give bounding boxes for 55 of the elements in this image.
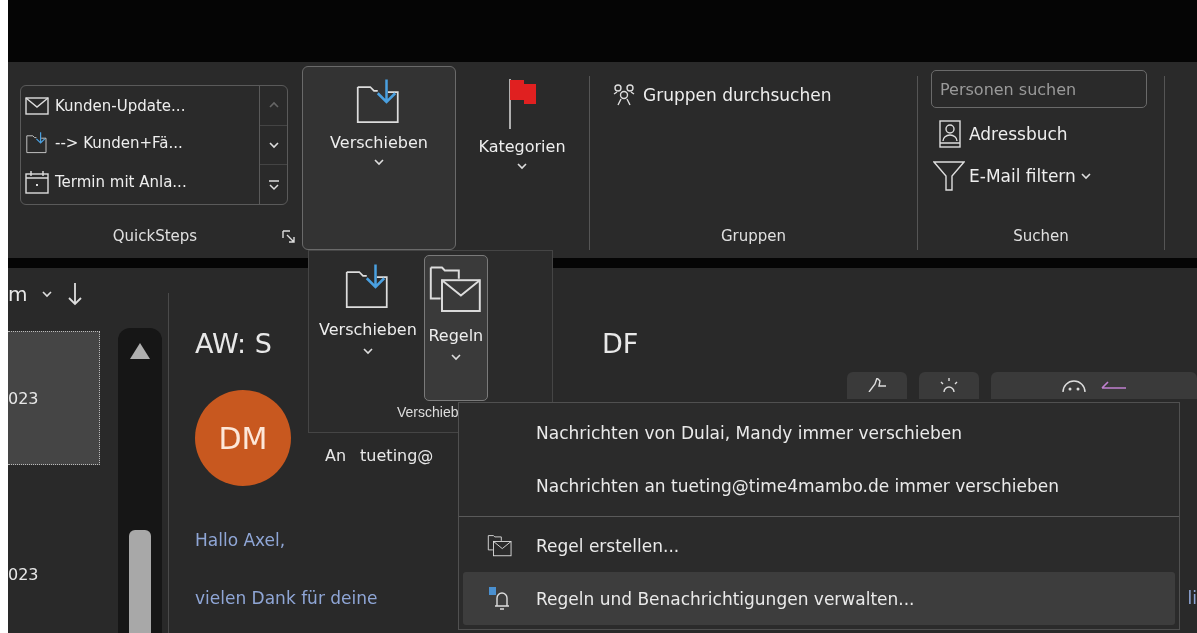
chevron-down-icon — [41, 290, 54, 298]
scroll-thumb[interactable] — [129, 530, 151, 633]
group-label: QuickSteps — [112, 227, 198, 245]
chevron-down-icon — [361, 347, 374, 355]
body-text: vielen Dank für deine — [195, 588, 378, 608]
subject-text: AW: S — [195, 327, 272, 359]
move-button[interactable]: Verschieben — [315, 255, 421, 401]
menu-item[interactable]: Nachrichten an tueting@time4mambo.de immer verschieben — [463, 459, 1175, 513]
message-item[interactable]: 023 — [8, 507, 100, 633]
chevron-up-icon — [267, 101, 280, 110]
message-item[interactable]: 023 — [8, 331, 100, 465]
mail-icon — [25, 95, 49, 116]
avatar: DM — [195, 390, 291, 486]
sun-icon — [938, 378, 960, 392]
categories-button[interactable]: Kategorien — [456, 66, 588, 250]
scroll-up-icon[interactable] — [129, 342, 151, 360]
chevron-down-icon — [267, 141, 280, 149]
quickstep-item[interactable]: Termin mit Anla... — [25, 170, 255, 195]
filter-icon — [933, 160, 965, 192]
chevron-down-icon — [516, 162, 528, 170]
like-button[interactable] — [847, 372, 907, 399]
folder-envelope-icon — [486, 532, 513, 559]
subject-text: DF — [601, 327, 639, 359]
chevron-down-icon — [373, 158, 385, 166]
address-book-icon — [939, 120, 961, 148]
arrow-down-icon[interactable] — [67, 282, 84, 306]
group-label: Gruppen — [720, 227, 787, 245]
reply-button[interactable] — [991, 372, 1197, 399]
folder-arrow-icon — [25, 131, 49, 155]
sort-label[interactable]: m — [8, 282, 28, 306]
chevron-down-icon — [1079, 172, 1092, 180]
move-button[interactable]: Verschieben — [302, 66, 456, 250]
chevron-down-icon — [449, 353, 462, 361]
rules-button[interactable]: Regeln — [423, 255, 488, 401]
filter-mail-button[interactable]: E-Mail filtern — [931, 160, 1092, 192]
quickstep-item[interactable]: Kunden-Update... — [25, 95, 255, 116]
search-groups-button[interactable]: Gruppen durchsuchen — [613, 84, 832, 106]
group-label: Verschieb — [397, 404, 459, 420]
dialog-launcher-icon[interactable] — [282, 230, 296, 244]
menu-item[interactable]: Regeln und Benachrichtigungen verwalten... — [463, 572, 1175, 625]
sun-button[interactable] — [919, 372, 979, 399]
recipient-text: tueting@ — [360, 446, 434, 465]
address-book-button[interactable]: Adressbuch — [931, 120, 1068, 148]
people-icon — [613, 84, 635, 106]
reply-arrow-icon — [1101, 378, 1127, 392]
expand-icon — [267, 178, 280, 191]
calendar-icon — [25, 170, 49, 195]
to-label: An — [325, 446, 347, 465]
people-search-field[interactable]: Personen suchen — [931, 70, 1147, 108]
quickstep-item[interactable]: --> Kunden+Fä... — [25, 131, 255, 155]
menu-item[interactable]: Nachrichten von Dulai, Mandy immer verschieben — [463, 407, 1175, 460]
menu-item[interactable]: Regel erstellen... — [463, 519, 1175, 573]
body-text: li — [1187, 588, 1197, 608]
group-label: Suchen — [1013, 227, 1069, 245]
greeting-text: Hallo Axel, — [195, 530, 286, 550]
